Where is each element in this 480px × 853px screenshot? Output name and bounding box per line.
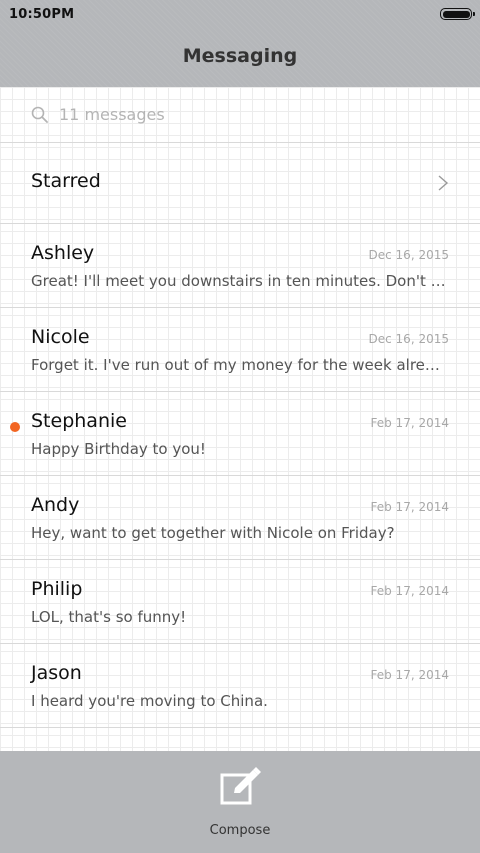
thread-row[interactable]: Stephanie Feb 17, 2014 Happy Birthday to y… [0,392,480,476]
thread-row[interactable]: Ashley Dec 16, 2015 Great! I'll meet you d… [0,224,480,308]
compose-icon [220,767,261,805]
contact-name: Philip [31,578,83,600]
status-time: 10:50PM [9,7,75,22]
starred-folder[interactable]: Starred [0,143,480,223]
message-date: Feb 17, 2014 [370,416,450,430]
thread-row[interactable]: Jason Feb 17, 2014 I heard you're moving t… [0,644,480,728]
page-title: Messaging [182,45,298,67]
thread-row[interactable]: Andy Feb 17, 2014 Hey, want to get togethe… [0,476,480,560]
message-preview: LOL, that's so funny! [31,608,187,626]
bottom-toolbar: Compose [0,751,480,853]
message-date: Feb 17, 2014 [370,668,450,682]
contact-name: Jason [31,662,82,684]
contact-name: Nicole [31,326,90,348]
chevron-right-icon [438,175,449,191]
message-preview: Forget it. I've run out of my money for … [31,356,449,374]
divider [0,727,480,728]
message-date: Feb 17, 2014 [370,500,450,514]
compose-label: Compose [209,823,271,838]
contact-name: Stephanie [31,410,127,432]
contact-name: Andy [31,494,80,516]
message-list[interactable]: 11 messages Starred Ashley Dec 16, 2015 Gr… [0,87,480,751]
thread-row[interactable]: Philip Feb 17, 2014 LOL, that's so funny! [0,560,480,644]
compose-button[interactable]: Compose [200,763,280,843]
contact-name: Ashley [31,242,95,264]
battery-icon [440,8,475,20]
message-date: Feb 17, 2014 [370,584,450,598]
search-bar[interactable]: 11 messages [0,87,480,142]
status-bar: 10:50PM [0,0,480,28]
thread-row[interactable]: Nicole Dec 16, 2015 Forget it. I've run ou… [0,308,480,392]
message-date: Dec 16, 2015 [368,332,449,346]
search-icon [31,106,48,123]
message-preview: Happy Birthday to you! [31,440,206,458]
starred-label: Starred [31,170,101,192]
message-date: Dec 16, 2015 [368,248,449,262]
search-input[interactable]: 11 messages [59,105,165,124]
message-preview: Great! I'll meet you downstairs in ten m… [31,272,449,290]
message-preview: Hey, want to get together with Nicole on… [31,524,395,542]
unread-indicator [10,422,20,432]
message-preview: I heard you're moving to China. [31,692,268,710]
app-header: 10:50PM Messaging [0,0,480,87]
